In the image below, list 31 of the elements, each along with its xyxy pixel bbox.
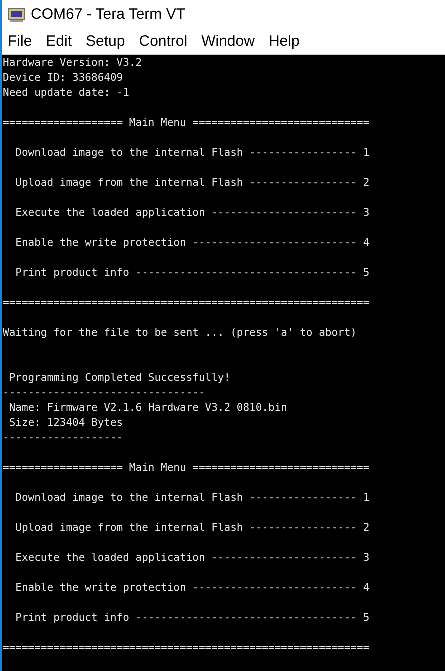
window-title: COM67 - Tera Term VT [31, 4, 186, 25]
terminal-line: ========================================================== [3, 297, 370, 309]
menu-item[interactable]: File [8, 30, 32, 54]
menu-item[interactable]: Help [268, 30, 300, 54]
terminal-line: -------------------------------- [3, 387, 206, 399]
terminal-icon [8, 8, 25, 22]
terminal-line: Download image to the internal Flash ----------------- 1 [14, 492, 370, 504]
terminal-line: Download image to the internal Flash ----------------- 1 [14, 147, 370, 159]
terminal-line: Need update date: -1 [3, 87, 130, 99]
terminal-line: =================== Main Menu ============================ [3, 462, 370, 474]
menu-item[interactable]: Control [139, 30, 188, 54]
terminal-line: Print product info ----------------------------------- 5 [14, 612, 370, 624]
terminal-line: Hardware Version: V3.2 [3, 57, 142, 69]
terminal-line: Upload image from the internal Flash ----------------- 2 [14, 522, 370, 534]
terminal-line: Enable the write protection -------------------------- 4 [14, 582, 370, 594]
menu-item[interactable]: Window [202, 30, 255, 54]
terminal-line: Execute the loaded application ----------------------- 3 [14, 552, 370, 564]
menu-item[interactable]: Setup [86, 30, 126, 54]
terminal-line: Waiting for the file to be sent ... (press 'a' to abort) [3, 327, 358, 339]
terminal-line: ========================================================== [3, 642, 370, 654]
menu-item[interactable]: Edit [46, 30, 72, 54]
terminal-line: Programming Completed Successfully! [8, 372, 231, 384]
terminal-line: Enable the write protection -------------------------- 4 [14, 237, 370, 249]
terminal-line: Execute the loaded application ----------------------- 3 [14, 207, 370, 219]
terminal-line: Print product info ----------------------------------- 5 [14, 267, 370, 279]
terminal-line: Size: 123404 Bytes [8, 417, 124, 429]
terminal-line: Name: Firmware_V2.1.6_Hardware_V3.2_0810.bin [8, 402, 288, 414]
terminal-line: Upload image from the internal Flash ----------------- 2 [14, 177, 370, 189]
terminal-line: ------------------- [3, 432, 124, 444]
terminal-line: =================== Main Menu ============================ [3, 117, 370, 129]
terminal-line: Device ID: 33686409 [3, 72, 124, 84]
